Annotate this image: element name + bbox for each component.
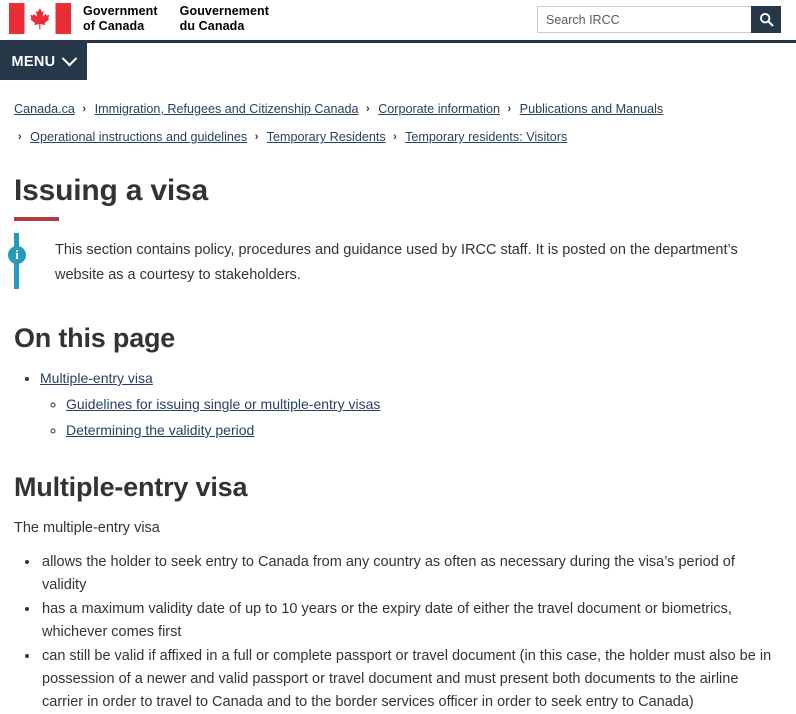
breadcrumb-item-operational-instructions[interactable]: Operational instructions and guidelines xyxy=(30,130,247,144)
wordmark-fr-line2: du Canada xyxy=(179,18,245,33)
breadcrumb-item-canada-ca[interactable]: Canada.ca xyxy=(14,102,75,116)
government-of-canada-brand: Government of Canada Gouvernement du Can… xyxy=(9,3,269,34)
breadcrumb-separator-icon: › xyxy=(18,131,22,143)
main-menu-bar: MENU xyxy=(0,40,796,83)
breadcrumb-item-corporate-information[interactable]: Corporate information xyxy=(378,102,500,116)
breadcrumb-item-ircc[interactable]: Immigration, Refugees and Citizenship Ca… xyxy=(95,102,359,116)
policy-notice-callout: i This section contains policy, procedur… xyxy=(8,233,782,289)
list-item: can still be valid if affixed in a full … xyxy=(40,645,782,714)
section-heading-multiple-entry-visa: Multiple-entry visa xyxy=(14,472,248,502)
search-button[interactable] xyxy=(751,6,781,33)
breadcrumb-separator-icon: › xyxy=(254,131,259,143)
info-icon: i xyxy=(8,246,26,264)
site-header: Government of Canada Gouvernement du Can… xyxy=(0,0,796,40)
breadcrumb-separator-icon: › xyxy=(366,103,370,115)
on-this-page-heading: On this page xyxy=(14,323,176,353)
callout-text: This section contains policy, procedures… xyxy=(55,242,738,283)
menu-button-label: MENU xyxy=(11,53,56,70)
title-underline-rule xyxy=(14,217,59,221)
wordmark-en-line2: of Canada xyxy=(83,18,145,33)
list-item: Multiple-entry visa Guidelines for issui… xyxy=(40,367,782,441)
multiple-entry-visa-bullets: allows the holder to seek entry to Canad… xyxy=(14,551,782,714)
page-content: Canada.ca › Immigration, Refugees and Ci… xyxy=(0,96,796,714)
breadcrumb-row-1: Canada.ca › Immigration, Refugees and Ci… xyxy=(14,96,782,124)
breadcrumb-separator-icon: › xyxy=(82,103,87,115)
section-lead-text: The multiple-entry visa xyxy=(14,520,160,536)
list-item: Determining the validity period xyxy=(66,419,782,441)
list-item: Guidelines for issuing single or multipl… xyxy=(66,393,782,415)
wordmark-french: Gouvernement du Canada xyxy=(180,4,269,33)
chevron-down-icon xyxy=(62,50,78,67)
gc-wordmark: Government of Canada Gouvernement du Can… xyxy=(83,4,269,33)
list-item: allows the holder to seek entry to Canad… xyxy=(40,551,782,597)
page-title: Issuing a visa xyxy=(14,174,208,207)
site-search xyxy=(537,6,781,33)
breadcrumb: Canada.ca › Immigration, Refugees and Ci… xyxy=(14,96,782,152)
menu-button[interactable]: MENU xyxy=(0,43,87,80)
breadcrumb-row-2: › Operational instructions and guideline… xyxy=(14,124,782,152)
toc-link-validity-period[interactable]: Determining the validity period xyxy=(66,422,254,438)
on-this-page-list: Multiple-entry visa Guidelines for issui… xyxy=(14,367,782,441)
breadcrumb-item-publications-and-manuals[interactable]: Publications and Manuals xyxy=(520,102,664,116)
wordmark-english: Government of Canada xyxy=(83,4,158,33)
list-item: has a maximum validity date of up to 10 … xyxy=(40,598,782,644)
breadcrumb-separator-icon: › xyxy=(507,103,512,115)
canada-flag-icon xyxy=(9,3,71,34)
breadcrumb-item-temporary-residents-visitors[interactable]: Temporary residents: Visitors xyxy=(405,130,567,144)
breadcrumb-item-temporary-residents[interactable]: Temporary Residents xyxy=(267,130,386,144)
search-input[interactable] xyxy=(537,6,751,33)
toc-link-guidelines[interactable]: Guidelines for issuing single or multipl… xyxy=(66,396,380,412)
search-icon xyxy=(759,13,773,27)
wordmark-en-line1: Government xyxy=(83,4,158,18)
toc-link-multiple-entry-visa[interactable]: Multiple-entry visa xyxy=(40,370,153,386)
on-this-page-sublist: Guidelines for issuing single or multipl… xyxy=(40,393,782,441)
breadcrumb-separator-icon: › xyxy=(393,131,397,143)
wordmark-fr-line1: Gouvernement xyxy=(179,4,270,18)
